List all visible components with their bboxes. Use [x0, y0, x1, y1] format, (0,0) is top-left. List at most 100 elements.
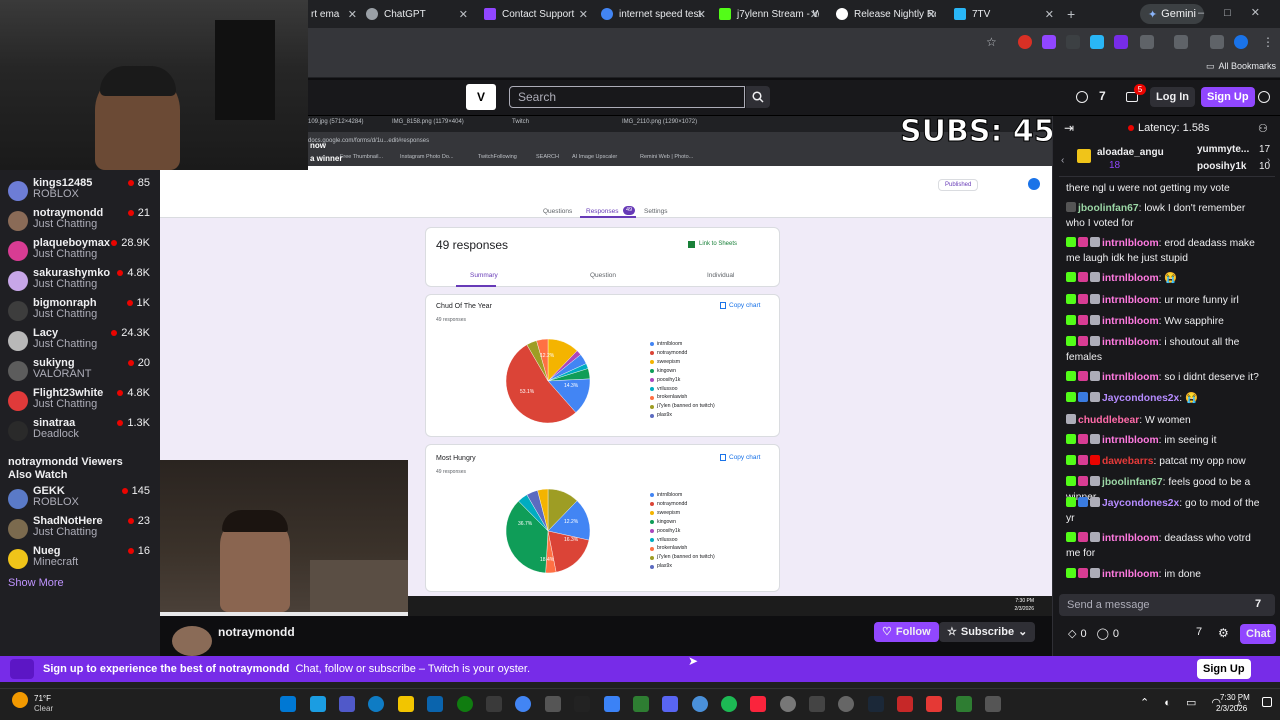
sidebar-channel[interactable]: kings12485 ROBLOX 85 — [0, 176, 160, 206]
sidebar-channel[interactable]: sinatraa Deadlock 1.3K — [0, 416, 160, 446]
banner-signup-button[interactable]: Sign Up — [1197, 659, 1251, 679]
channel-title[interactable]: notraymondd — [218, 625, 295, 639]
close-tab-icon[interactable]: ✕ — [348, 8, 357, 21]
sidebar-channel[interactable]: bigmonraph Just Chatting 1K — [0, 296, 160, 326]
chat-username[interactable]: intrnlbloom — [1102, 372, 1159, 383]
sidebar-channel[interactable]: Lacy Just Chatting 24.3K — [0, 326, 160, 356]
chat-username[interactable]: intrnlbloom — [1102, 569, 1159, 580]
chat-username[interactable]: intrnlbloom — [1102, 435, 1159, 446]
avatar[interactable] — [1234, 35, 1248, 49]
chat-username[interactable]: Jaycondones2x — [1102, 393, 1179, 404]
prime-crown-icon[interactable] — [1076, 91, 1088, 103]
login-button[interactable]: Log In — [1150, 87, 1195, 107]
close-tab-icon[interactable]: ✕ — [927, 8, 936, 21]
sidebar-channel[interactable]: notraymondd Just Chatting 21 — [0, 206, 160, 236]
close-tab-icon[interactable]: ✕ — [459, 8, 468, 21]
app-icon[interactable] — [926, 696, 942, 712]
extension-icon[interactable] — [1114, 35, 1128, 49]
search-button[interactable] — [746, 86, 770, 108]
7tv-emote-icon[interactable]: 7 — [1255, 598, 1261, 610]
mail-icon[interactable] — [427, 696, 443, 712]
sidebar-channel[interactable]: ShadNotHere Just Chatting 23 — [0, 514, 160, 544]
browser-tab[interactable]: Release Nightly Rel ✕ — [836, 4, 936, 24]
kebab-menu-icon[interactable]: ⋮ — [1262, 35, 1274, 49]
show-more-link[interactable]: Show More — [8, 577, 64, 589]
sidebar-channel[interactable]: Nueg Minecraft 16 — [0, 544, 160, 574]
vtools-logo-icon[interactable]: V — [466, 84, 496, 110]
chat-username[interactable]: intrnlbloom — [1102, 337, 1159, 348]
extension-icon[interactable] — [1042, 35, 1056, 49]
sidebar-channel[interactable]: plaqueboymax Just Chatting 28.9K — [0, 236, 160, 266]
chat-username[interactable]: intrnlbloom — [1102, 533, 1159, 544]
gemini-button[interactable]: ✦ Gemini — [1139, 4, 1204, 24]
browser-tab[interactable]: ChatGPT ✕ — [366, 4, 468, 24]
spotify-icon[interactable] — [721, 696, 737, 712]
subscribe-button[interactable]: ☆ Subscribe ⌄ — [939, 622, 1036, 642]
follow-button[interactable]: ♡ Follow — [874, 622, 939, 642]
app-icon[interactable] — [897, 696, 913, 712]
search-input[interactable]: Search — [509, 86, 745, 108]
copilot-icon[interactable] — [310, 696, 326, 712]
browser-tab[interactable]: internet speed test ✕ — [601, 4, 706, 24]
chat-username[interactable]: dawebarrs — [1102, 456, 1154, 467]
users-icon[interactable]: ⚇ — [1258, 122, 1268, 135]
window-controls[interactable]: –□✕ — [1198, 6, 1280, 19]
chat-send-button[interactable]: Chat — [1240, 624, 1277, 644]
extension-icon[interactable] — [1066, 35, 1080, 49]
gear-icon[interactable]: ⚙ — [1218, 626, 1229, 640]
close-tab-icon[interactable]: ✕ — [1045, 8, 1054, 21]
notification-center-icon[interactable] — [1262, 697, 1272, 707]
chat-message-input[interactable]: Send a message — [1059, 594, 1275, 616]
chat-username[interactable]: chuddlebear — [1078, 415, 1139, 426]
chevron-left-icon[interactable]: ‹ — [1061, 155, 1064, 166]
chat-username[interactable]: jboolinfan67 — [1102, 477, 1163, 488]
chrome-icon[interactable] — [515, 696, 531, 712]
store-icon[interactable] — [486, 696, 502, 712]
sidebar-channel[interactable]: sukiyng VALORANT 20 — [0, 356, 160, 386]
close-tab-icon[interactable]: ✕ — [697, 8, 706, 21]
channel-points[interactable]: ◇ 0 ◯ 0 — [1068, 627, 1119, 641]
browser-tab[interactable]: j7ylenn Stream - W ✕ — [719, 4, 819, 24]
app-icon[interactable] — [985, 696, 1001, 712]
chrome-canary-icon[interactable] — [780, 696, 796, 712]
chat-username[interactable]: jboolinfan67 — [1078, 203, 1139, 214]
edge-icon[interactable] — [368, 696, 384, 712]
teams-icon[interactable] — [339, 696, 355, 712]
puzzle-icon[interactable] — [1140, 35, 1154, 49]
xbox-icon[interactable] — [457, 696, 473, 712]
app-icon[interactable] — [692, 696, 708, 712]
extension-icon[interactable] — [1090, 35, 1104, 49]
extension-icon[interactable] — [1018, 35, 1032, 49]
new-tab-icon[interactable]: + — [1067, 6, 1075, 22]
close-tab-icon[interactable]: ✕ — [810, 8, 819, 21]
windows-start-icon[interactable] — [280, 696, 296, 712]
chat-username[interactable]: intrnlbloom — [1102, 238, 1159, 249]
sidepanel-icon[interactable] — [1174, 35, 1188, 49]
app-icon[interactable] — [633, 696, 649, 712]
chat-username[interactable]: intrnlbloom — [1102, 295, 1159, 306]
weather-icon[interactable] — [12, 692, 28, 708]
chat-username[interactable]: intrnlbloom — [1102, 273, 1159, 284]
user-icon[interactable] — [1258, 91, 1270, 103]
avatar[interactable] — [172, 626, 212, 656]
collapse-chat-icon[interactable]: ⇥ — [1064, 121, 1074, 135]
app-icon[interactable] — [809, 696, 825, 712]
app-icon[interactable] — [956, 696, 972, 712]
all-bookmarks[interactable]: ▭ All Bookmarks — [1206, 61, 1276, 72]
file-explorer-icon[interactable] — [398, 696, 414, 712]
steam-icon[interactable] — [868, 696, 884, 712]
7tv-icon[interactable]: 7 — [1099, 89, 1106, 103]
discord-icon[interactable] — [662, 696, 678, 712]
signup-button[interactable]: Sign Up — [1201, 87, 1255, 107]
sidebar-channel[interactable]: sakurashymko Just Chatting 4.8K — [0, 266, 160, 296]
app-icon[interactable] — [545, 696, 561, 712]
music-icon[interactable] — [750, 696, 766, 712]
7tv-icon[interactable]: 7 — [1196, 626, 1202, 638]
sidebar-channel[interactable]: GEKK ROBLOX 145 — [0, 484, 160, 514]
settings-icon[interactable] — [838, 696, 854, 712]
app-icon[interactable] — [604, 696, 620, 712]
bookmark-star-icon[interactable]: ☆ — [986, 35, 997, 49]
browser-tab[interactable]: 7TV ✕ — [954, 4, 1054, 24]
chat-username[interactable]: Jaycondones2x — [1102, 498, 1179, 509]
chevron-right-icon[interactable]: › — [1267, 155, 1270, 166]
